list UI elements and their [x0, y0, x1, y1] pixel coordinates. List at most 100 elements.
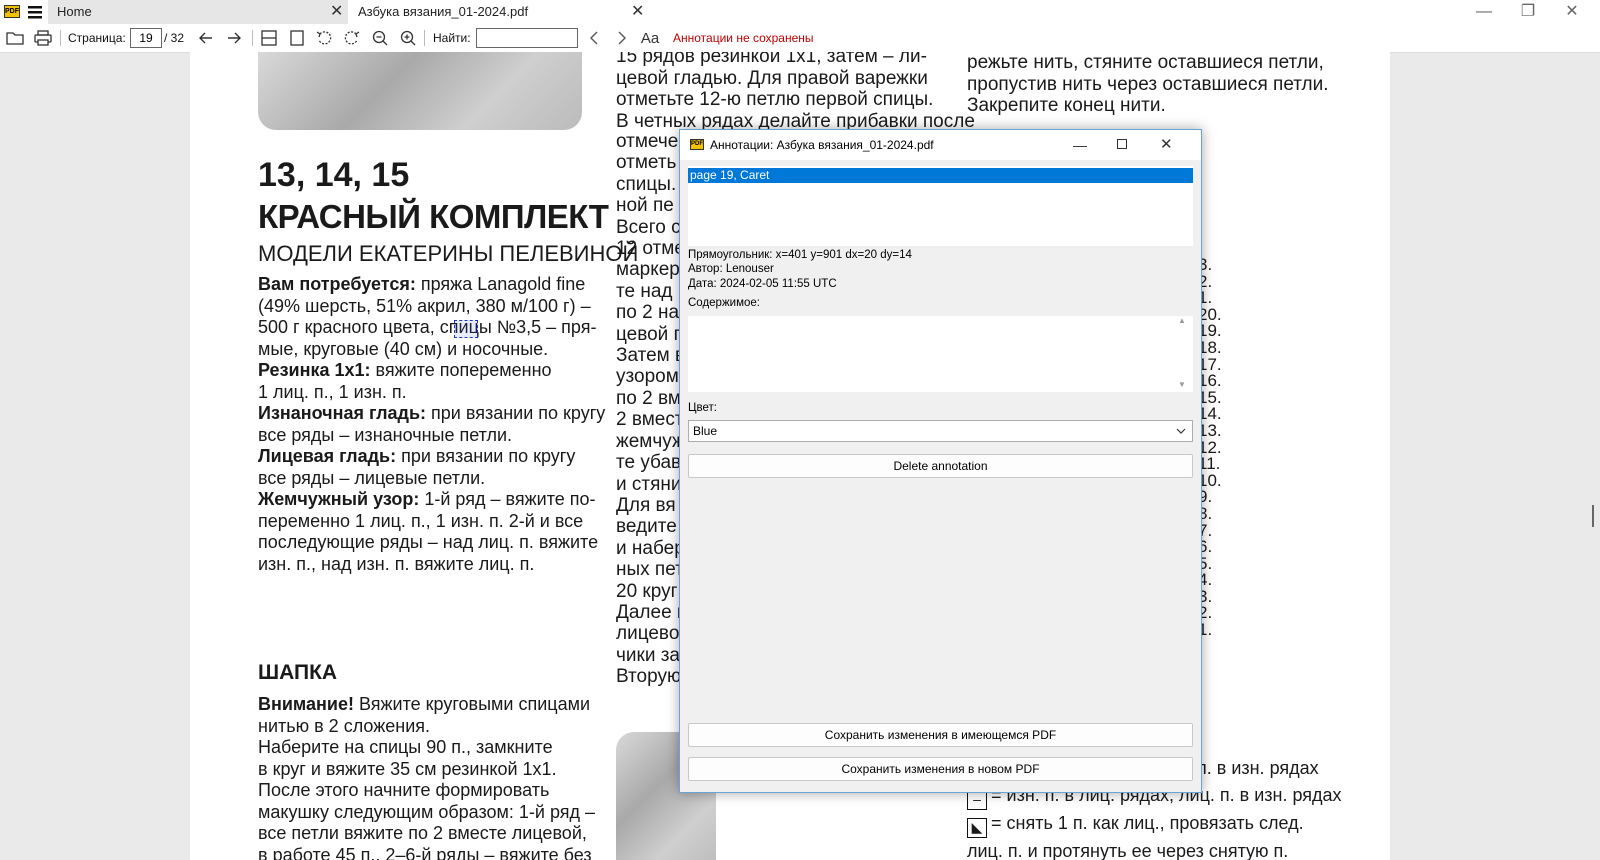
doc-text-bold: Лицевая гладь:: [258, 446, 397, 466]
match-case-icon[interactable]: Aa: [640, 28, 660, 48]
doc-text-line: макушку следующим образом: 1-й ряд –: [258, 802, 598, 824]
menu-icon[interactable]: [28, 5, 42, 19]
doc-text-line: цевой п: [616, 323, 684, 345]
doc-text-line: отмече: [616, 131, 679, 152]
annotation-list-item[interactable]: page 19, Caret: [688, 168, 1193, 183]
doc-text-line: ной пе: [616, 195, 674, 217]
doc-text-line: Жемчужный узор: 1-й ряд – вяжите по-: [258, 489, 598, 511]
scroll-down-icon[interactable]: ▼: [1178, 380, 1186, 389]
content-label: Содержимое:: [688, 297, 760, 309]
app-logo-icon: PDF: [690, 139, 704, 150]
doc-text-line: все ряды – лицевые петли.: [258, 468, 598, 490]
doc-text-run: при вязании по кругу: [426, 403, 606, 423]
find-label: Найти:: [433, 31, 471, 45]
doc-text-line: Вторую: [616, 666, 682, 688]
close-icon[interactable]: ✕: [631, 0, 644, 24]
doc-text-line: 2 вмест: [616, 409, 684, 431]
unsaved-status: Аннотации не сохранены: [673, 31, 814, 45]
chevron-left-icon[interactable]: [584, 28, 604, 48]
save-new-pdf-button[interactable]: Сохранить изменения в новом PDF: [688, 757, 1193, 781]
doc-text-line: После этого начните формировать: [258, 780, 598, 802]
doc-text-line: Наберите на спицы 90 п., замкните: [258, 737, 598, 759]
fit-width-icon[interactable]: [259, 28, 279, 48]
dialog-title-bar: PDF Аннотации: Азбука вязания_01-2024.pd…: [680, 130, 1201, 160]
doc-right-text: режьте нить, стяните оставшиеся петли, пр…: [967, 52, 1329, 117]
page-number-input[interactable]: [130, 28, 162, 48]
doc-text-line: лицево: [616, 623, 680, 645]
doc-text-line: пропустив нить через оставшиеся петли.: [967, 73, 1329, 95]
zoom-in-icon[interactable]: [398, 28, 418, 48]
doc-subtitle: МОДЕЛИ ЕКАТЕРИНЫ ПЕЛЕВИНОЙ: [258, 241, 639, 266]
legend-symbol: –: [967, 790, 987, 810]
annotation-author: Автор: Lenouser: [688, 263, 774, 275]
doc-text-line: цевой гладью. Для правой варежки: [616, 67, 928, 89]
doc-text-run: пряжа Lanagold fine: [415, 274, 586, 294]
open-folder-icon[interactable]: [5, 28, 25, 48]
doc-text-line: Затем в: [616, 345, 686, 367]
doc-model-number: 13, 14, 15: [258, 156, 410, 194]
doc-text-run: переменно 1 лиц. п., 1 изн. п. 2-й и все: [258, 510, 584, 531]
doc-text-line: отметьте 12-ю петлю первой спицы.: [616, 89, 934, 110]
tab-home-label: Home: [57, 4, 92, 19]
close-icon[interactable]: ✕: [330, 0, 343, 24]
scroll-up-icon[interactable]: ▲: [1178, 316, 1186, 325]
doc-text-run: все ряды – лицевые петли.: [258, 467, 486, 488]
doc-text-line: ных пет: [616, 559, 684, 581]
doc-text-line: и набер: [616, 537, 685, 559]
arrow-right-icon[interactable]: [224, 28, 244, 48]
legend-row: ◣ = снять 1 п. как лиц., провязать след.: [967, 810, 1342, 838]
doc-text-line: Всего с: [616, 216, 681, 238]
delete-annotation-button[interactable]: Delete annotation: [688, 454, 1193, 478]
doc-text-line: Лицевая гладь: при вязании по кругу: [258, 446, 598, 468]
content-textarea[interactable]: [688, 316, 1193, 392]
print-icon[interactable]: [33, 28, 53, 48]
caret-annotation-marker[interactable]: [454, 320, 478, 338]
annotation-list[interactable]: page 19, Caret: [688, 166, 1193, 246]
maximize-icon[interactable]: [1117, 139, 1127, 149]
doc-text-line: в круг и вяжите 35 см резинкой 1х1.: [258, 759, 598, 781]
separator: [60, 30, 61, 46]
toolbar: Страница: / 32 Найти: Aa Аннотации не со…: [0, 24, 1600, 53]
minimize-icon[interactable]: —: [1073, 130, 1087, 160]
doc-text-bold: Вам потребуется:: [258, 274, 416, 294]
doc-section-title: ШАПКА: [258, 661, 338, 684]
zoom-out-icon[interactable]: [370, 28, 390, 48]
find-input[interactable]: [476, 28, 578, 48]
doc-text-run: вяжите попеременно: [370, 360, 552, 380]
doc-text-run: После этого начните формировать: [258, 780, 550, 800]
tab-home[interactable]: [48, 0, 348, 24]
doc-text-line: нитью в 2 сложения.: [258, 716, 598, 738]
scrollbar-thumb[interactable]: [1592, 505, 1594, 527]
color-select[interactable]: Blue: [688, 420, 1193, 442]
chevron-right-icon[interactable]: [612, 28, 632, 48]
fit-page-icon[interactable]: [287, 28, 307, 48]
doc-text-line: последующие ряды – над лиц. п. вяжите: [258, 532, 598, 554]
page-label: Страница:: [68, 31, 126, 45]
page-total: / 32: [164, 31, 185, 45]
doc-text-line: те убав: [616, 452, 682, 474]
doc-text-run: мые, круговые (40 см) и носочные.: [258, 338, 549, 359]
doc-text-run: нитью в 2 сложения.: [258, 715, 431, 736]
restore-icon[interactable]: ❐: [1506, 0, 1550, 24]
doc-text-run: Наберите на спицы 90 п., замкните: [258, 737, 553, 757]
close-icon[interactable]: ✕: [1160, 130, 1173, 160]
doc-text-line: Резинка 1х1: вяжите попеременно: [258, 360, 598, 382]
save-existing-pdf-button[interactable]: Сохранить изменения в имеющемся PDF: [688, 723, 1193, 747]
arrow-left-icon[interactable]: [196, 28, 216, 48]
doc-text-line: Закрепите конец нити.: [967, 95, 1166, 116]
doc-text-line: (49% шерсть, 51% акрил, 380 м/100 г) –: [258, 296, 598, 318]
doc-text-line: Внимание! Вяжите круговыми спицами: [258, 694, 598, 716]
doc-text-line: жемчуж: [616, 430, 685, 452]
rotate-right-icon[interactable]: [342, 28, 362, 48]
minimize-icon[interactable]: —: [1462, 0, 1506, 24]
doc-text-run: 500 г красного цвета, спицы №3,5 – пря-: [258, 317, 597, 337]
doc-left-text-2: Внимание! Вяжите круговыми спицами нитью …: [258, 694, 598, 860]
app-logo-icon: PDF: [4, 5, 20, 18]
close-window-icon[interactable]: ✕: [1550, 0, 1594, 24]
doc-middle-cut-text: отмече отметь спицы. ной пе Всего с 12 отме ма…: [616, 131, 687, 688]
tab-document-label: Азбука вязания_01-2024.pdf: [358, 4, 529, 19]
dialog-title: Аннотации: Азбука вязания_01-2024.pdf: [710, 138, 934, 152]
rotate-left-icon[interactable]: [314, 28, 334, 48]
doc-text-bold: Внимание!: [258, 694, 354, 714]
color-label: Цвет:: [688, 402, 717, 414]
